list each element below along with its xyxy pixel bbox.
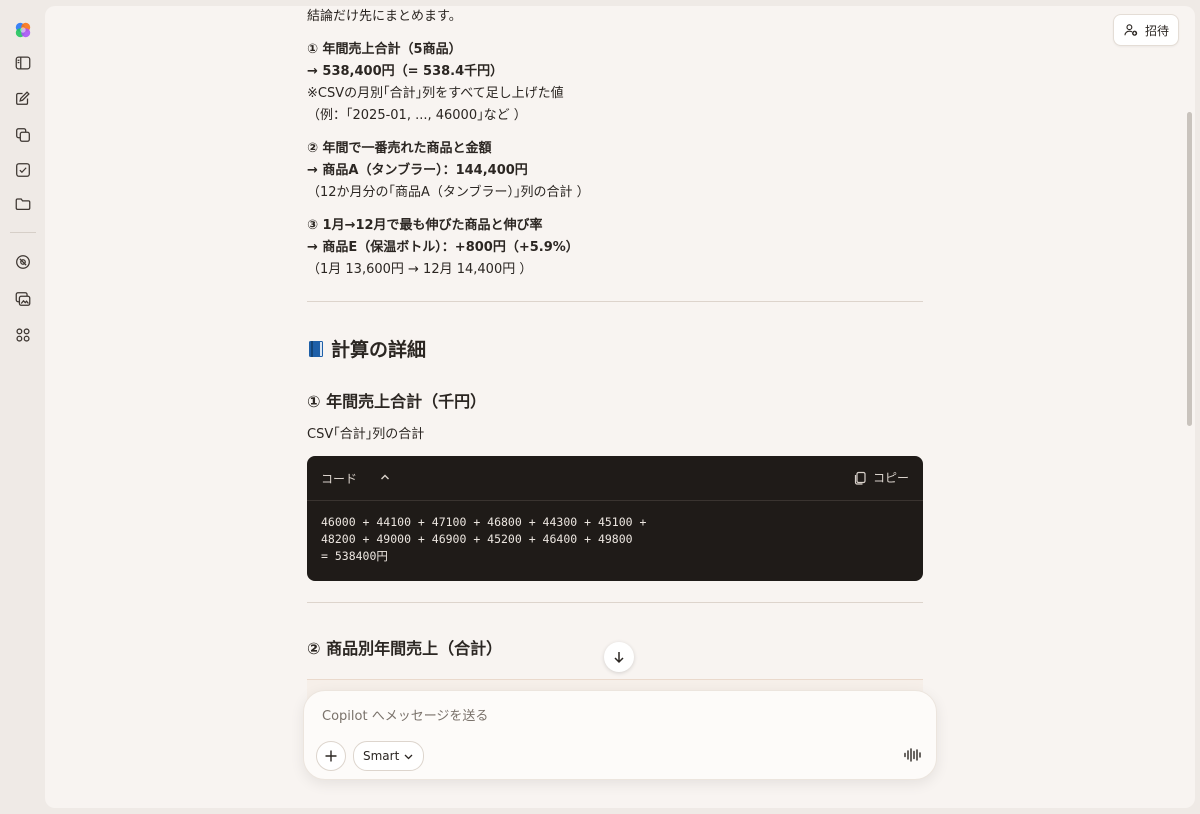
- message-input[interactable]: [320, 705, 884, 727]
- tasks-icon[interactable]: [13, 160, 33, 180]
- copy-icon: [854, 471, 866, 485]
- summary-1-heading: ① 年間売上合計（5商品）: [307, 42, 462, 57]
- intro-text: 結論だけ先にまとめます。: [307, 9, 462, 24]
- message-composer: Smart: [303, 690, 937, 780]
- details-heading: 計算の詳細: [307, 335, 426, 362]
- scrollbar-thumb[interactable]: [1187, 112, 1192, 426]
- summary-1-note: ※CSVの月別｢合計｣列をすべて足し上げた値: [307, 86, 564, 101]
- scroll-to-bottom-button[interactable]: [604, 642, 634, 672]
- chat-panel: 招待 結論だけ先にまとめます。 ① 年間売上合計（5商品） → 538,400円…: [45, 6, 1195, 808]
- mode-label: Smart: [363, 749, 400, 763]
- summary-3-heading: ③ 1月→12月で最も伸びた商品と伸び率: [307, 218, 543, 233]
- blue-book-icon: [309, 340, 323, 357]
- code-line: 48200 + 49000 + 46900 + 45200 + 46400 + …: [321, 532, 633, 546]
- copy-label: コピー: [872, 471, 909, 485]
- code-header: コード コピー: [307, 456, 923, 501]
- code-line: 46000 + 44100 + 47100 + 46800 + 44300 + …: [321, 515, 647, 529]
- arrow-down-icon: [614, 652, 624, 664]
- summary-3-answer: → 商品E（保温ボトル）：+800円（+5.9%）: [307, 240, 579, 255]
- sidebar-divider: [10, 232, 36, 233]
- discover-icon[interactable]: [13, 252, 33, 272]
- image-gallery-icon[interactable]: [13, 289, 33, 309]
- copy-code-button[interactable]: コピー: [853, 469, 909, 486]
- chevron-up-icon[interactable]: [379, 471, 391, 486]
- new-chat-icon[interactable]: [13, 88, 33, 108]
- mode-selector[interactable]: Smart: [353, 741, 425, 771]
- apps-icon[interactable]: [13, 325, 33, 345]
- chevron-down-icon: [404, 754, 413, 759]
- divider: [307, 301, 923, 302]
- summary-2-heading: ② 年間で一番売れた商品と金額: [307, 141, 492, 156]
- sidebar: [0, 0, 45, 814]
- summary-2-answer: → 商品A（タンブラー）：144,400円: [307, 163, 528, 178]
- summary-1-note: （例：｢2025-01, ..., 46000｣など ）: [307, 108, 527, 123]
- invite-user-icon: [1124, 24, 1138, 36]
- summary-1-answer: → 538,400円（= 538.4千円）: [307, 64, 504, 79]
- sidebar-toggle-icon[interactable]: [13, 53, 33, 73]
- voice-wave-icon: [904, 748, 921, 762]
- invite-label: 招待: [1144, 23, 1169, 38]
- summary-2-note: （12か月分の｢商品A（タンブラー）｣列の合計 ）: [307, 185, 590, 200]
- plus-icon: [325, 750, 337, 762]
- add-attachment-button[interactable]: [316, 741, 346, 771]
- code-line: = 538400円: [321, 549, 388, 563]
- section-1-description: CSV｢合計｣列の合計: [307, 427, 425, 442]
- code-language-label: コード: [321, 471, 358, 486]
- voice-input-button[interactable]: [902, 746, 922, 764]
- section-1-title: ① 年間売上合計（千円）: [307, 392, 487, 411]
- divider: [307, 602, 923, 603]
- code-block: コード コピー 46000 + 44100 + 47100 + 46800 + …: [307, 456, 923, 581]
- library-icon[interactable]: [13, 125, 33, 145]
- code-body: 46000 + 44100 + 47100 + 46800 + 44300 + …: [307, 501, 923, 578]
- details-title: 計算の詳細: [331, 339, 427, 361]
- summary-3-note: （1月 13,600円 → 12月 14,400円 ）: [307, 262, 533, 277]
- folder-icon[interactable]: [13, 194, 33, 214]
- section-2-title: ② 商品別年間売上（合計）: [307, 639, 503, 658]
- copilot-logo[interactable]: [13, 20, 33, 40]
- invite-button[interactable]: 招待: [1113, 14, 1179, 46]
